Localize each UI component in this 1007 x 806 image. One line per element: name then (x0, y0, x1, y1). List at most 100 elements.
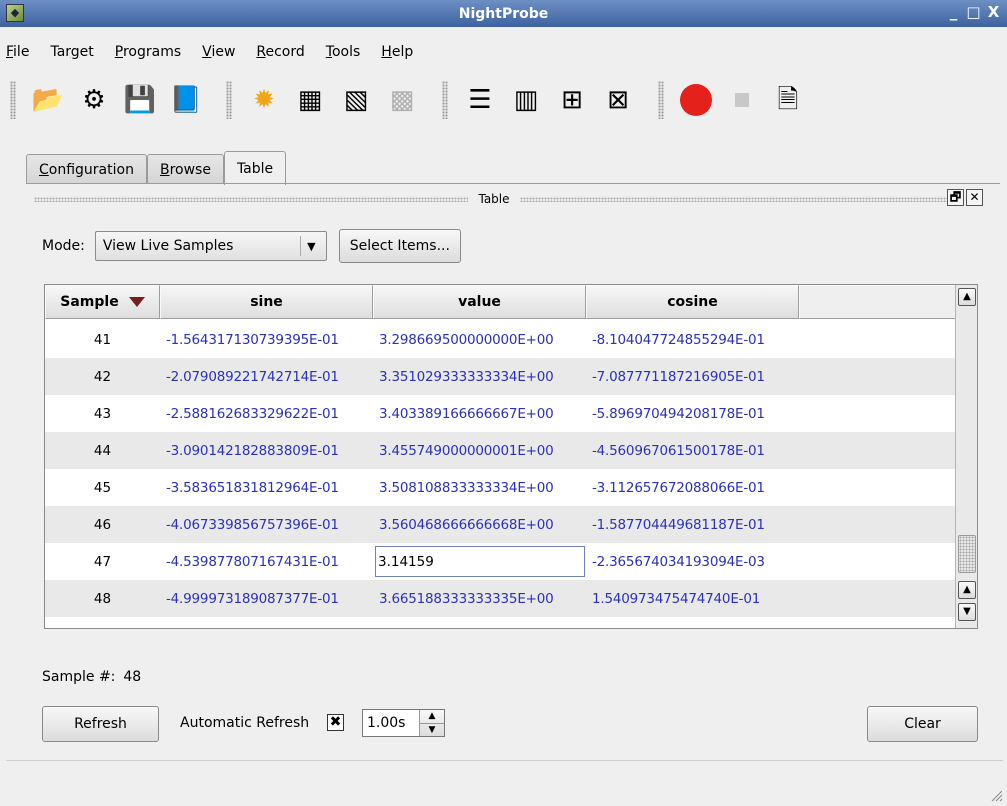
scrollbar-thumb[interactable] (958, 535, 976, 573)
cell-value[interactable]: 3.351029333333334E+00 (373, 369, 586, 385)
refresh-button[interactable]: Refresh (42, 706, 159, 742)
cell-sample[interactable]: 43 (45, 406, 160, 422)
columns-view-icon[interactable]: ▥ (506, 80, 546, 120)
table-row[interactable]: 48 -4.999973189087377E-01 3.66518833333333… (45, 580, 957, 617)
cell-sine[interactable]: -3.583651831812964E-01 (160, 480, 373, 496)
cell-cosine[interactable]: -5.896970494208178E-01 (586, 406, 799, 422)
window-title: NightProbe (458, 5, 549, 22)
refresh-interval-value[interactable]: 1.00s (363, 710, 419, 736)
graph-view-icon[interactable]: ⊠ (598, 80, 638, 120)
spin-down-icon[interactable]: ▼ (420, 723, 444, 737)
float-icon[interactable]: 🗗 (947, 189, 964, 206)
stop-icon[interactable] (722, 80, 762, 120)
scroll-down-icon[interactable]: ▼ (958, 603, 976, 621)
cell-value[interactable]: 3.560468666666668E+00 (373, 517, 586, 533)
menu-file[interactable]: File (6, 44, 29, 60)
scroll-up-icon[interactable]: ▲ (958, 288, 976, 306)
cell-sine[interactable]: -2.588162683329622E-01 (160, 406, 373, 422)
chip-icon[interactable]: ▦ (290, 80, 330, 120)
title-bar[interactable]: ◆ NightProbe _ □ X (0, 0, 1007, 27)
table-row[interactable]: 47-4.539877807167431E-01 -2.3656740341930… (45, 543, 957, 580)
toolbar-grip[interactable] (442, 81, 448, 119)
cell-sine[interactable]: -2.079089221742714E-01 (160, 369, 373, 385)
menu-target[interactable]: Target (50, 44, 93, 60)
clear-button[interactable]: Clear (867, 706, 978, 742)
cell-sine[interactable]: -1.564317130739395E-01 (160, 332, 373, 348)
cell-cosine[interactable]: -3.112657672088066E-01 (586, 480, 799, 496)
chip-disabled-icon[interactable]: ▩ (382, 80, 422, 120)
select-program-icon[interactable]: 📘 (166, 80, 206, 120)
cell-cosine[interactable]: -1.587704449681187E-01 (586, 517, 799, 533)
sun-icon[interactable]: ✹ (244, 80, 284, 120)
column-header-sine[interactable]: sine (160, 285, 373, 319)
cell-value[interactable]: 3.403389166666667E+00 (373, 406, 586, 422)
table-row[interactable]: 45 -3.583651831812964E-01 3.50810883333333… (45, 469, 957, 506)
column-header-cosine[interactable]: cosine (586, 285, 799, 319)
cell-sample[interactable]: 42 (45, 369, 160, 385)
cell-value[interactable] (373, 546, 586, 577)
menu-record[interactable]: Record (256, 44, 304, 60)
minimize-icon[interactable]: _ (946, 3, 961, 21)
menu-programs[interactable]: Programs (115, 44, 181, 60)
mode-select[interactable]: View Live Samples ▼ (94, 231, 327, 261)
sample-count-label: Sample #: (42, 669, 116, 685)
close-icon[interactable]: X (986, 3, 1001, 21)
table-row[interactable]: 44 -3.090142182883809E-01 3.45574900000000… (45, 432, 957, 469)
cell-cosine[interactable]: -2.365674034193094E-03 (586, 554, 799, 570)
table-row[interactable]: 43 -2.588162683329622E-01 3.40338916666666… (45, 395, 957, 432)
spin-up-icon[interactable]: ▲ (420, 710, 444, 723)
toolbar-grip[interactable] (10, 81, 16, 119)
dock-close-icon[interactable]: ✕ (966, 189, 983, 206)
column-header-value[interactable]: value (373, 285, 586, 319)
table-view-icon[interactable]: ⊞ (552, 80, 592, 120)
menu-tools[interactable]: Tools (326, 44, 361, 60)
cell-sine[interactable]: -4.999973189087377E-01 (160, 591, 373, 607)
cell-sine[interactable]: -4.067339856757396E-01 (160, 517, 373, 533)
toolbar-grip[interactable] (226, 81, 232, 119)
cell-sine[interactable]: -3.090142182883809E-01 (160, 443, 373, 459)
scroll-up-icon[interactable]: ▲ (958, 581, 976, 599)
app-icon[interactable]: ◆ (6, 4, 24, 22)
cell-sample[interactable]: 44 (45, 443, 160, 459)
tab-table[interactable]: Table (223, 151, 287, 185)
refresh-interval-spinbox[interactable]: 1.00s ▲ ▼ (362, 709, 445, 737)
save-disk-icon[interactable]: 💾 (120, 80, 160, 120)
column-header-sample[interactable]: Sample (45, 285, 160, 319)
menu-help[interactable]: Help (381, 44, 413, 60)
cell-sample[interactable]: 41 (45, 332, 160, 348)
cell-sample[interactable]: 45 (45, 480, 160, 496)
chevron-down-icon[interactable]: ▼ (299, 236, 322, 256)
menu-view[interactable]: View (202, 44, 235, 60)
maximize-icon[interactable]: □ (966, 3, 981, 21)
text-view-icon[interactable]: ☰ (460, 80, 500, 120)
tab-browse[interactable]: Browse (146, 154, 224, 184)
table-row[interactable]: 46 -4.067339856757396E-01 3.56046866666666… (45, 506, 957, 543)
select-items-button[interactable]: Select Items... (338, 229, 461, 263)
report-icon[interactable]: 🗎 (768, 80, 808, 120)
cell-sample[interactable]: 48 (45, 591, 160, 607)
configure-gear-icon[interactable]: ⚙ (74, 80, 114, 120)
cell-value[interactable]: 3.455749000000001E+00 (373, 443, 586, 459)
cell-value[interactable]: 3.508108833333334E+00 (373, 480, 586, 496)
cell-sample[interactable]: 47 (45, 554, 160, 570)
automatic-refresh-checkbox[interactable]: ✖ (327, 714, 344, 731)
cell-sine[interactable]: -4.539877807167431E-01 (160, 554, 373, 570)
toolbar-grip[interactable] (658, 81, 664, 119)
open-folder-icon[interactable]: 📂 (28, 80, 68, 120)
cell-cosine[interactable]: -8.104047724855294E-01 (586, 332, 799, 348)
table-row[interactable]: 41 -1.564317130739395E-01 3.29866950000000… (45, 321, 957, 358)
cell-cosine[interactable]: -4.560967061500178E-01 (586, 443, 799, 459)
cell-cosine[interactable]: 1.540973475474740E-01 (586, 591, 799, 607)
cell-cosine[interactable]: -7.087771187216905E-01 (586, 369, 799, 385)
tab-configuration[interactable]: Configuration (26, 154, 147, 184)
chip-arrow-icon[interactable]: ▧ (336, 80, 376, 120)
resize-grip-icon[interactable] (989, 788, 1003, 802)
dock-title-bar[interactable]: Table (34, 192, 954, 206)
cell-value[interactable]: 3.298669500000000E+00 (373, 332, 586, 348)
vertical-scrollbar[interactable]: ▲ ▲ ▼ (955, 285, 977, 628)
cell-value-editor[interactable] (375, 546, 585, 577)
cell-value[interactable]: 3.665188333333335E+00 (373, 591, 586, 607)
table-row[interactable]: 42 -2.079089221742714E-01 3.35102933333333… (45, 358, 957, 395)
cell-sample[interactable]: 46 (45, 517, 160, 533)
record-icon[interactable] (676, 80, 716, 120)
